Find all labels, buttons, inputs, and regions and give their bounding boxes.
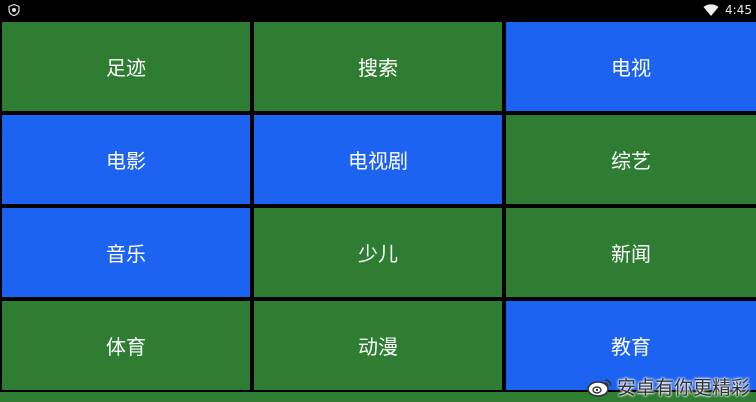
tile-movies[interactable]: 电影 (2, 115, 250, 204)
wifi-icon (703, 4, 719, 16)
status-indicators: 4:45 (703, 1, 752, 19)
tile-label: 新闻 (611, 242, 651, 266)
tile-label: 足迹 (106, 56, 146, 80)
tile-label: 体育 (106, 335, 146, 359)
tile-label: 电视 (611, 56, 651, 80)
shield-icon (8, 4, 20, 16)
status-bar: 4:45 (0, 0, 756, 20)
tile-label: 少儿 (358, 242, 398, 266)
tile-label: 搜索 (358, 56, 398, 80)
tv-home-screen: 4:45 足迹 搜索 电视 电影 电视剧 综艺 音乐 少儿 新闻 体育 动漫 教… (0, 0, 756, 402)
tile-label: 电影 (106, 149, 146, 173)
category-grid: 足迹 搜索 电视 电影 电视剧 综艺 音乐 少儿 新闻 体育 动漫 教育 (0, 22, 756, 392)
tile-education[interactable]: 教育 (506, 301, 756, 390)
tile-anime[interactable]: 动漫 (254, 301, 502, 390)
tile-sports[interactable]: 体育 (2, 301, 250, 390)
tile-variety[interactable]: 综艺 (506, 115, 756, 204)
tile-label: 动漫 (358, 335, 398, 359)
tile-kids[interactable]: 少儿 (254, 208, 502, 297)
tile-news[interactable]: 新闻 (506, 208, 756, 297)
tile-label: 电视剧 (348, 149, 408, 173)
tile-tv-series[interactable]: 电视剧 (254, 115, 502, 204)
tile-search[interactable]: 搜索 (254, 22, 502, 111)
status-time: 4:45 (725, 3, 752, 17)
bottom-strip (0, 392, 756, 402)
tile-tv[interactable]: 电视 (506, 22, 756, 111)
tile-label: 教育 (611, 335, 651, 359)
tile-label: 综艺 (611, 149, 651, 173)
tile-label: 音乐 (106, 242, 146, 266)
tile-music[interactable]: 音乐 (2, 208, 250, 297)
tile-footprint[interactable]: 足迹 (2, 22, 250, 111)
